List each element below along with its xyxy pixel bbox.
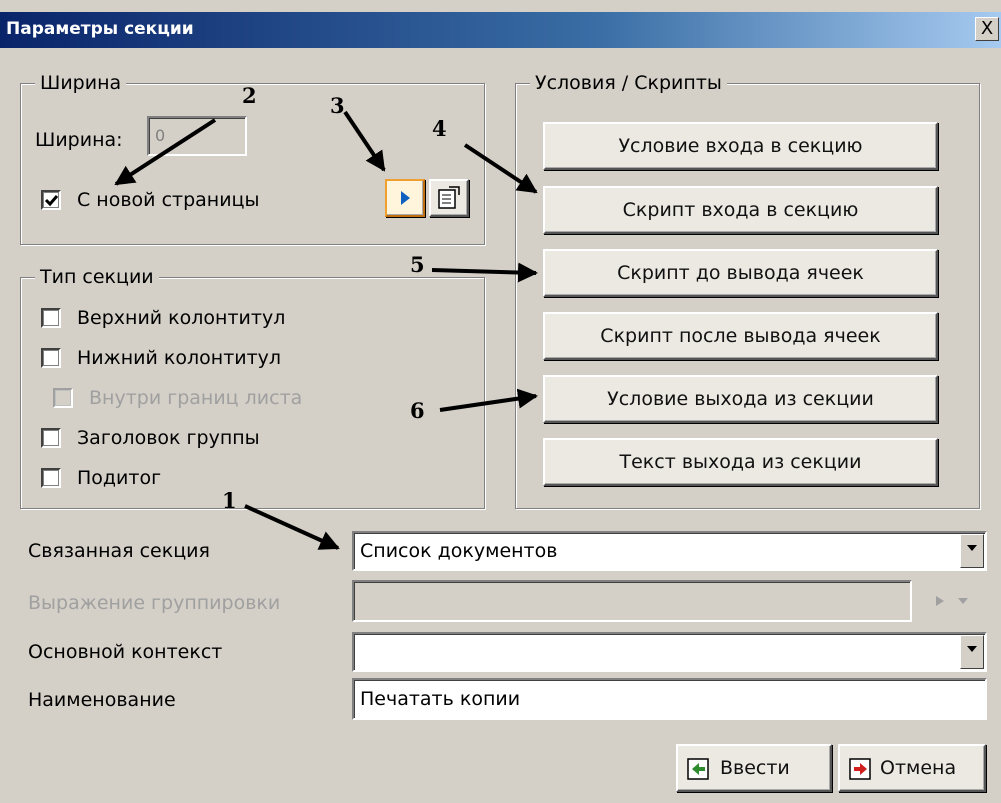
exit-condition-button[interactable]: Условие выхода из секции: [543, 375, 938, 423]
exit-condition-label: Условие выхода из секции: [607, 388, 874, 410]
after-cells-script-label: Скрипт после вывода ячеек: [600, 325, 881, 347]
subtotal-checkbox[interactable]: [41, 468, 61, 488]
entry-condition-label: Условие входа в секцию: [618, 135, 863, 157]
title-bar: Параметры секции X: [0, 12, 1001, 48]
new-page-label: С новой страницы: [77, 189, 260, 211]
new-page-checkbox[interactable]: [41, 190, 61, 210]
section-type-legend: Тип секции: [35, 265, 159, 289]
grouping-expression-label: Выражение группировки: [28, 592, 281, 614]
grouping-expression-input[interactable]: [352, 580, 912, 622]
checkmark-icon: [44, 195, 59, 207]
grouping-expression-button[interactable]: [914, 581, 986, 621]
annotation-3: 3: [330, 93, 345, 118]
width-label: Ширина:: [35, 129, 123, 151]
entry-script-button[interactable]: Скрипт входа в секцию: [543, 186, 938, 234]
name-label: Наименование: [28, 689, 176, 711]
annotation-2: 2: [242, 83, 257, 108]
section-type-group: Тип секции Верхний колонтитул Нижний кол…: [20, 265, 485, 509]
header-label: Верхний колонтитул: [77, 307, 286, 329]
ok-icon: [687, 758, 709, 780]
footer-checkbox[interactable]: [41, 348, 61, 368]
after-cells-script-button[interactable]: Скрипт после вывода ячеек: [543, 312, 938, 360]
annotation-5: 5: [410, 252, 425, 277]
width-group-legend: Ширина: [35, 71, 127, 95]
before-cells-script-label: Скрипт до вывода ячеек: [617, 262, 864, 284]
annotation-arrow-1: [244, 504, 340, 550]
window-title: Параметры секции: [6, 19, 194, 39]
close-button[interactable]: X: [975, 17, 999, 41]
main-context-dropdown-icon[interactable]: [960, 635, 984, 669]
scripts-group-legend: Условия / Скрипты: [530, 71, 727, 95]
cancel-icon: [849, 758, 871, 780]
group-header-checkbox[interactable]: [41, 428, 61, 448]
cancel-button[interactable]: Отмена: [838, 744, 986, 792]
main-context-label: Основной контекст: [28, 641, 223, 663]
before-cells-script-button[interactable]: Скрипт до вывода ячеек: [543, 249, 938, 297]
play-icon: [401, 191, 410, 205]
footer-label: Нижний колонтитул: [77, 347, 282, 369]
name-input[interactable]: Печатать копии: [352, 678, 987, 720]
inside-page-bounds-checkbox[interactable]: [53, 388, 73, 408]
annotation-1: 1: [222, 488, 237, 513]
play-button[interactable]: [385, 179, 425, 217]
group-header-label: Заголовок группы: [77, 427, 260, 449]
subtotal-label: Подитог: [77, 467, 162, 489]
properties-icon: [438, 186, 460, 209]
play-dropdown-icon: [936, 596, 968, 606]
linked-section-dropdown-icon[interactable]: [960, 534, 984, 568]
main-context-select[interactable]: [352, 632, 987, 672]
exit-text-label: Текст выхода из секции: [619, 451, 862, 473]
properties-button[interactable]: [429, 179, 469, 217]
inside-page-bounds-label: Внутри границ листа: [89, 387, 303, 409]
exit-text-button[interactable]: Текст выхода из секции: [543, 438, 938, 486]
annotation-4: 4: [432, 116, 447, 141]
linked-section-label: Связанная секция: [28, 540, 210, 562]
ok-label: Ввести: [720, 757, 790, 779]
entry-script-label: Скрипт входа в секцию: [622, 199, 859, 221]
cancel-label: Отмена: [880, 757, 957, 779]
entry-condition-button[interactable]: Условие входа в секцию: [543, 122, 938, 170]
header-checkbox[interactable]: [41, 308, 61, 328]
ok-button[interactable]: Ввести: [676, 744, 832, 792]
scripts-group: Условия / Скрипты Условие входа в секцию…: [515, 71, 980, 509]
annotation-6: 6: [410, 398, 425, 423]
width-input[interactable]: 0: [147, 116, 247, 156]
linked-section-select[interactable]: Список документов: [352, 531, 987, 571]
